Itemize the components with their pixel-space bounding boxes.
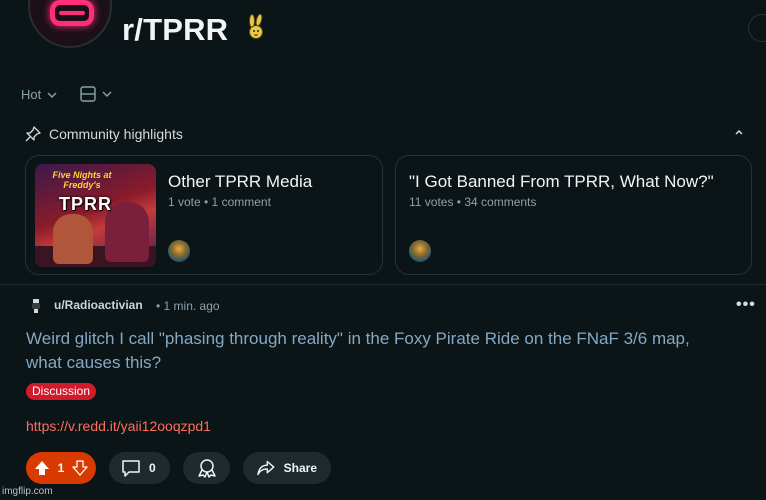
post-timestamp: • 1 min. ago (156, 299, 220, 313)
share-label: Share (283, 461, 317, 475)
post-link[interactable]: https://v.redd.it/yaii12ooqzpd1 (26, 418, 211, 434)
bunny-award-icon (249, 14, 263, 39)
comment-count: 0 (149, 461, 156, 475)
sort-label: Hot (21, 87, 42, 102)
post-author-avatar[interactable] (27, 296, 45, 314)
sort-dropdown[interactable]: Hot (21, 87, 57, 102)
community-highlights-header: Community highlights (25, 126, 183, 142)
highlight-meta: 11 votes • 34 comments (409, 195, 537, 209)
post-flair[interactable]: Discussion (26, 383, 97, 400)
highlight-card[interactable]: Five Nights at Freddy's TPRR Other TPRR … (25, 155, 383, 275)
subreddit-avatar (28, 0, 112, 48)
more-options-button[interactable]: ••• (736, 296, 756, 314)
user-avatar[interactable] (748, 14, 766, 42)
arrow-up-icon[interactable] (34, 460, 50, 476)
card-view-icon (80, 86, 96, 102)
award-icon (197, 459, 216, 478)
pin-icon (25, 126, 41, 142)
highlight-thumbnail: Five Nights at Freddy's TPRR (35, 164, 156, 267)
post-title[interactable]: Weird glitch I call "phasing through rea… (26, 327, 726, 375)
community-highlights-label: Community highlights (49, 126, 183, 142)
vote-controls: 1 (26, 452, 96, 484)
share-arrow-icon (257, 460, 275, 476)
author-avatar (168, 240, 190, 262)
view-layout-dropdown[interactable] (80, 86, 112, 102)
thumbnail-caption: Five Nights at Freddy's (52, 170, 112, 190)
author-avatar (409, 240, 431, 262)
speech-bubble-icon (122, 460, 140, 477)
highlight-title: Other TPRR Media (168, 172, 313, 191)
thumbnail-logo-text: TPRR (59, 194, 112, 214)
highlight-title: "I Got Banned From TPRR, What Now?" (409, 172, 714, 191)
divider (0, 284, 766, 285)
highlight-meta: 1 vote • 1 comment (168, 195, 271, 209)
comments-button[interactable]: 0 (109, 452, 170, 484)
chevron-down-icon (47, 92, 57, 98)
chevron-down-icon (102, 91, 112, 97)
chevron-up-icon[interactable] (734, 128, 744, 136)
subreddit-title: r/TPRR (122, 12, 229, 47)
share-button[interactable]: Share (243, 452, 331, 484)
vote-count: 1 (57, 461, 65, 475)
award-button[interactable] (183, 452, 230, 484)
post-author[interactable]: u/Radioactivian (54, 298, 143, 312)
arrow-down-icon[interactable] (72, 460, 88, 476)
watermark: imgflip.com (2, 486, 53, 497)
highlight-card[interactable]: "I Got Banned From TPRR, What Now?" 11 v… (395, 155, 752, 275)
